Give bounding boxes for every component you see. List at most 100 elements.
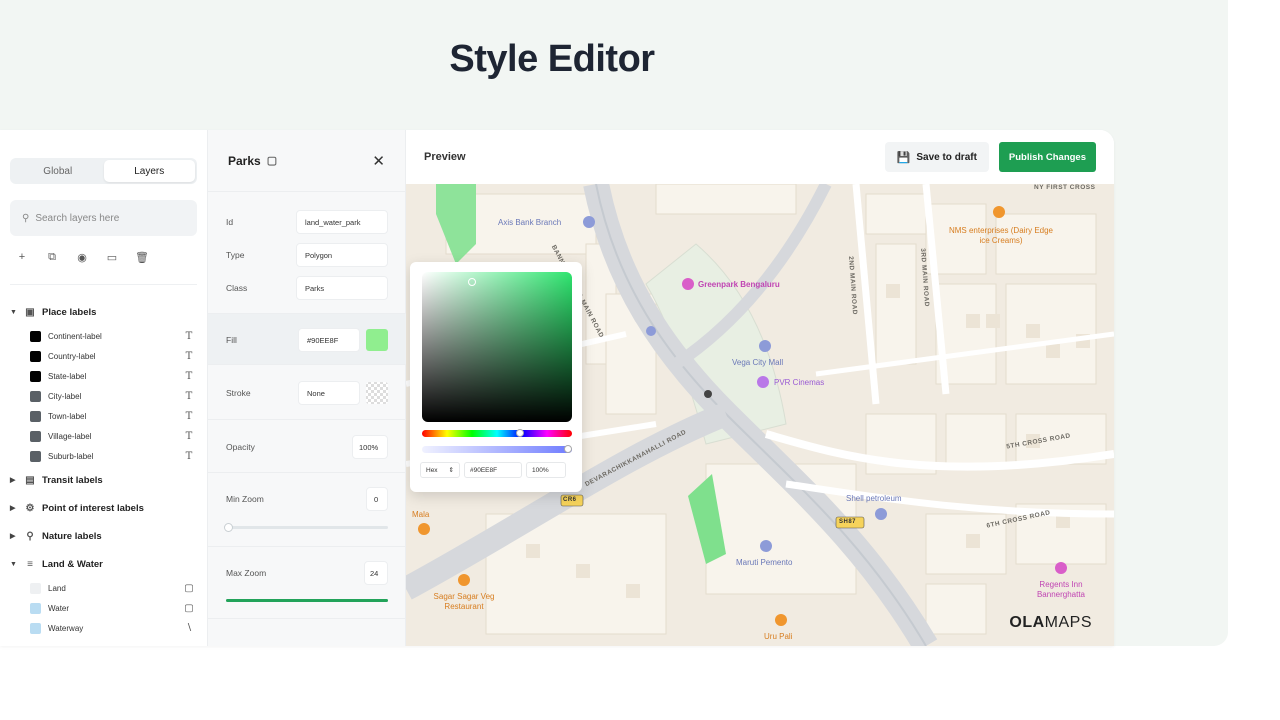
layer-item[interactable]: Continent-label T bbox=[10, 326, 196, 346]
saturation-value-area[interactable] bbox=[422, 272, 572, 422]
stroke-color-swatch[interactable] bbox=[366, 382, 388, 404]
text-layer-icon: T bbox=[185, 450, 193, 462]
slider-handle[interactable] bbox=[516, 429, 524, 437]
layer-item[interactable]: Town-label T bbox=[10, 406, 196, 426]
fill-row: Fill #90EE8F bbox=[208, 328, 406, 352]
layer-group-poi-labels[interactable]: ▶ ⚙ Point of interest labels bbox=[10, 494, 196, 522]
search-placeholder: Search layers here bbox=[35, 212, 120, 224]
chevron-down-icon[interactable]: ▼ bbox=[10, 561, 18, 568]
min-zoom-field[interactable]: 0 bbox=[366, 487, 388, 511]
hex-input[interactable]: #90EE8F bbox=[464, 462, 522, 478]
color-mode-select[interactable]: Hex ⇕ bbox=[420, 462, 460, 478]
divider bbox=[208, 618, 406, 619]
polygon-layer-icon: ▢ bbox=[184, 602, 194, 614]
layer-item[interactable]: Suburb-label T bbox=[10, 446, 196, 466]
preview-pane: Preview 💾 Save to draft Publish Changes bbox=[406, 130, 1114, 646]
poi-label[interactable]: PVR Cinemas bbox=[774, 378, 824, 387]
opacity-field[interactable]: 100% bbox=[352, 435, 388, 459]
layer-group-place-labels[interactable]: ▼ ▣ Place labels bbox=[10, 298, 196, 326]
poi-label[interactable]: Regents Inn Bannerghatta bbox=[1026, 580, 1096, 600]
poi-label[interactable]: Maruti Pemento bbox=[736, 558, 792, 567]
chevron-right-icon[interactable]: ▶ bbox=[10, 532, 18, 540]
min-zoom-slider[interactable] bbox=[224, 523, 388, 532]
color-swatch bbox=[30, 350, 41, 362]
color-swatch bbox=[30, 450, 41, 462]
folder-icon[interactable]: ▭ bbox=[102, 248, 122, 266]
color-swatch bbox=[30, 390, 41, 402]
ola-maps-logo: OLAMAPS bbox=[1009, 614, 1092, 631]
layer-item[interactable]: State-label T bbox=[10, 366, 196, 386]
hide-icon[interactable]: ◉ bbox=[72, 248, 92, 266]
color-picker-handle[interactable] bbox=[468, 278, 476, 286]
slider-fill bbox=[226, 599, 388, 602]
text-layer-icon: T bbox=[185, 370, 193, 382]
trash-icon[interactable]: 🗑 bbox=[132, 248, 152, 266]
layer-item[interactable]: Waterway ∖ bbox=[10, 618, 196, 638]
class-field[interactable]: Parks bbox=[296, 276, 388, 300]
tab-global[interactable]: Global bbox=[12, 160, 104, 182]
duplicate-icon[interactable]: ⧉ bbox=[42, 248, 62, 266]
layer-item[interactable]: Country-label T bbox=[10, 346, 196, 366]
layer-item[interactable]: City-label T bbox=[10, 386, 196, 406]
type-field[interactable]: Polygon bbox=[296, 243, 388, 267]
layer-item[interactable]: Village-label T bbox=[10, 426, 196, 446]
slider-handle[interactable] bbox=[224, 523, 233, 532]
stroke-field[interactable]: None bbox=[298, 381, 360, 405]
close-icon[interactable]: ✕ bbox=[372, 152, 385, 170]
divider bbox=[10, 284, 197, 285]
layers-icon: ≡ bbox=[27, 558, 33, 570]
max-zoom-slider[interactable] bbox=[226, 599, 388, 602]
line-layer-icon: ∖ bbox=[185, 622, 193, 634]
layer-group-nature-labels[interactable]: ▶ ⚲ Nature labels bbox=[10, 522, 196, 550]
poi-label[interactable]: Mala bbox=[412, 510, 429, 519]
alpha-input[interactable]: 100% bbox=[526, 462, 566, 478]
id-row: Id land_water_park bbox=[208, 210, 406, 234]
fill-hex-field[interactable]: #90EE8F bbox=[298, 328, 360, 352]
transit-icon: ▤ bbox=[25, 474, 35, 486]
class-row: Class Parks bbox=[208, 276, 406, 300]
layer-toolbar: + ⧉ ◉ ▭ 🗑 bbox=[12, 248, 152, 266]
chevron-right-icon[interactable]: ▶ bbox=[10, 476, 18, 484]
alpha-slider[interactable] bbox=[422, 445, 572, 453]
opacity-row: Opacity 100% bbox=[208, 435, 406, 459]
map-canvas[interactable]: Axis Bank Branch Greenpark Bengaluru NMS… bbox=[406, 184, 1114, 646]
save-draft-button[interactable]: 💾 Save to draft bbox=[884, 142, 989, 172]
layer-item[interactable]: Land ▢ bbox=[10, 578, 196, 598]
id-field[interactable]: land_water_park bbox=[296, 210, 388, 234]
properties-header: Parks ▢ ✕ bbox=[208, 130, 405, 192]
polygon-icon: ▢ bbox=[266, 155, 278, 167]
divider bbox=[208, 546, 406, 547]
color-swatch bbox=[30, 370, 41, 382]
chevron-right-icon[interactable]: ▶ bbox=[10, 504, 18, 512]
color-swatch bbox=[30, 330, 41, 342]
route-shield: SH87 bbox=[839, 519, 857, 525]
publish-changes-button[interactable]: Publish Changes bbox=[998, 142, 1096, 172]
chevron-down-icon[interactable]: ▼ bbox=[10, 309, 18, 316]
text-layer-icon: T bbox=[185, 410, 193, 422]
route-shield: CR6 bbox=[563, 497, 577, 503]
layer-group-transit-labels[interactable]: ▶ ▤ Transit labels bbox=[10, 466, 196, 494]
text-layer-icon: T bbox=[185, 350, 193, 362]
layer-group-land-water[interactable]: ▼ ≡ Land & Water bbox=[10, 550, 196, 578]
poi-label[interactable]: Greenpark Bengaluru bbox=[698, 280, 780, 289]
poi-label[interactable]: Uru Pali bbox=[764, 632, 792, 641]
properties-panel: Parks ▢ ✕ Id land_water_park Type Polygo… bbox=[208, 130, 406, 646]
layer-search-input[interactable]: ⚲ Search layers here bbox=[10, 200, 197, 236]
max-zoom-field[interactable]: 24 bbox=[364, 561, 388, 585]
panel-tabs: Global Layers bbox=[10, 158, 197, 184]
poi-label[interactable]: NMS enterprises (Dairy Edge ice Creams) bbox=[946, 226, 1056, 246]
style-editor-app: Global Layers ⚲ Search layers here + ⧉ ◉… bbox=[0, 130, 1114, 646]
poi-label[interactable]: Vega City Mall bbox=[732, 358, 783, 367]
layer-item[interactable]: Water ▢ bbox=[10, 598, 196, 618]
hue-slider[interactable] bbox=[422, 429, 572, 437]
fill-color-swatch[interactable] bbox=[366, 329, 388, 351]
add-icon[interactable]: + bbox=[12, 248, 32, 266]
slider-handle[interactable] bbox=[564, 445, 572, 453]
save-icon: 💾 bbox=[896, 151, 911, 164]
poi-label[interactable]: Axis Bank Branch bbox=[498, 218, 561, 227]
road-label: NY FIRST CROSS bbox=[1034, 184, 1096, 191]
poi-label[interactable]: Shell petroleum bbox=[846, 494, 902, 503]
properties-title: Parks bbox=[228, 153, 261, 168]
poi-label[interactable]: Sagar Sagar Veg Restaurant bbox=[424, 592, 504, 612]
tab-layers[interactable]: Layers bbox=[103, 160, 195, 182]
